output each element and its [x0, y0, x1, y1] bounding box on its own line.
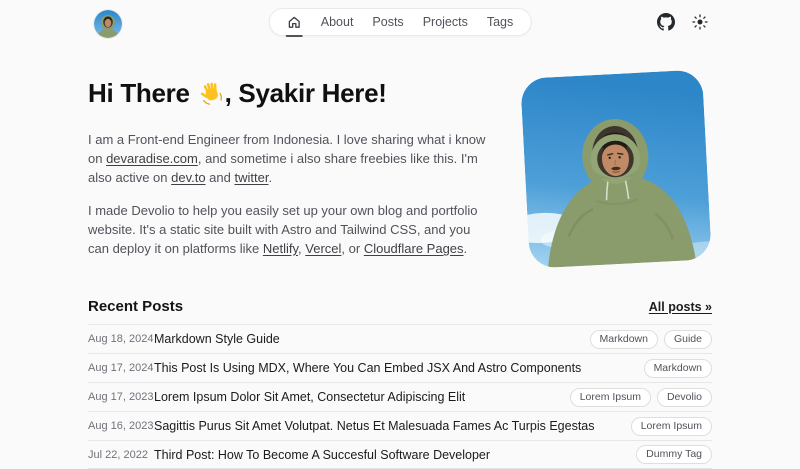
post-list-item: Aug 17, 2023 Lorem Ipsum Dolor Sit Amet,… — [88, 382, 712, 411]
post-title-link[interactable]: This Post Is Using MDX, Where You Can Em… — [154, 361, 581, 375]
tag-pill-lorem-ipsum[interactable]: Lorem Ipsum — [570, 388, 651, 407]
post-list-item: Aug 18, 2024 Markdown Style Guide Markdo… — [88, 324, 712, 353]
text-run: on — [88, 151, 106, 166]
post-tags: Lorem Ipsum Devolio — [560, 388, 712, 407]
inline-link-dev-to[interactable]: dev.to — [171, 170, 205, 185]
text-run: , or — [341, 241, 363, 256]
nav-link-posts[interactable]: Posts — [372, 15, 403, 29]
post-list: Aug 18, 2024 Markdown Style Guide Markdo… — [88, 324, 712, 469]
nav-link-about[interactable]: About — [321, 15, 354, 29]
hero-section: Hi There — [88, 70, 712, 272]
post-tags: Lorem Ipsum — [621, 417, 712, 436]
recent-posts-heading: Recent Posts — [88, 298, 183, 315]
tag-pill-markdown[interactable]: Markdown — [590, 330, 658, 349]
avatar[interactable] — [94, 10, 122, 38]
hero-paragraph-2: I made Devolio to help you easily set up… — [88, 201, 520, 258]
github-link[interactable] — [657, 13, 675, 31]
main-nav: About Posts Projects Tags — [269, 8, 532, 36]
post-date: Jul 22, 2022 — [88, 449, 154, 461]
page-title: Hi There — [88, 78, 520, 113]
waving-hand-emoji — [198, 80, 224, 113]
portrait-photo — [520, 69, 712, 268]
inline-link-cloudflare-pages[interactable]: Cloudflare Pages — [364, 241, 464, 256]
tag-pill-devolio[interactable]: Devolio — [657, 388, 712, 407]
tag-pill-lorem-ipsum[interactable]: Lorem Ipsum — [631, 417, 712, 436]
home-icon — [287, 15, 302, 30]
inline-link-netlify[interactable]: Netlify — [263, 241, 298, 256]
post-tags: Markdown Guide — [580, 330, 712, 349]
post-date: Aug 17, 2023 — [88, 391, 154, 403]
nav-link-projects[interactable]: Projects — [423, 15, 468, 29]
recent-posts-section: Recent Posts All posts » Aug 18, 2024 Ma… — [88, 298, 712, 469]
all-posts-link[interactable]: All posts » — [649, 300, 712, 314]
hero-text: Hi There — [88, 70, 520, 272]
inline-link-vercel[interactable]: Vercel — [305, 241, 341, 256]
nav-home-link[interactable] — [287, 15, 302, 30]
hero-paragraph-1: I am a Front-end Engineer from Indonesia… — [88, 130, 520, 187]
site-header: About Posts Projects Tags — [88, 0, 712, 46]
text-run: can deploy it on platforms like — [88, 241, 263, 256]
avatar-photo — [94, 10, 122, 38]
text-run: and — [206, 170, 235, 185]
text-run: I made Devolio to help you easily set up… — [88, 203, 478, 218]
tag-pill-markdown[interactable]: Markdown — [644, 359, 712, 378]
post-list-item: Jul 22, 2022 Third Post: How To Become A… — [88, 440, 712, 469]
inline-link-twitter[interactable]: twitter — [234, 170, 268, 185]
text-run: , and sometime i also share freebies lik… — [198, 151, 478, 166]
text-run: . — [268, 170, 272, 185]
post-list-item: Aug 16, 2023 Sagittis Purus Sit Amet Vol… — [88, 411, 712, 440]
hero-title-post: , Syakir Here! — [225, 78, 387, 108]
post-list-item: Aug 17, 2024 This Post Is Using MDX, Whe… — [88, 353, 712, 382]
post-title-link[interactable]: Sagittis Purus Sit Amet Volutpat. Netus … — [154, 419, 595, 433]
github-icon — [657, 13, 675, 31]
inline-link-devaradise-com[interactable]: devaradise.com — [106, 151, 198, 166]
hero-title-pre: Hi There — [88, 78, 190, 108]
hero-photo — [520, 69, 712, 268]
text-run: website. It's a static site built with A… — [88, 222, 470, 237]
tag-pill-guide[interactable]: Guide — [664, 330, 712, 349]
sun-icon — [692, 14, 708, 30]
post-tags: Dummy Tag — [626, 445, 712, 464]
text-run: I am a Front-end Engineer from Indonesia… — [88, 132, 485, 147]
post-title-link[interactable]: Markdown Style Guide — [154, 332, 280, 346]
theme-toggle-button[interactable] — [692, 14, 708, 30]
tag-pill-dummy-tag[interactable]: Dummy Tag — [636, 445, 712, 464]
header-actions — [657, 13, 708, 31]
post-title-link[interactable]: Lorem Ipsum Dolor Sit Amet, Consectetur … — [154, 390, 465, 404]
text-run: . — [464, 241, 468, 256]
nav-link-tags[interactable]: Tags — [487, 15, 513, 29]
post-date: Aug 18, 2024 — [88, 333, 154, 345]
post-tags: Markdown — [634, 359, 712, 378]
text-run: also active on — [88, 170, 171, 185]
post-date: Aug 17, 2024 — [88, 362, 154, 374]
post-date: Aug 16, 2023 — [88, 420, 154, 432]
